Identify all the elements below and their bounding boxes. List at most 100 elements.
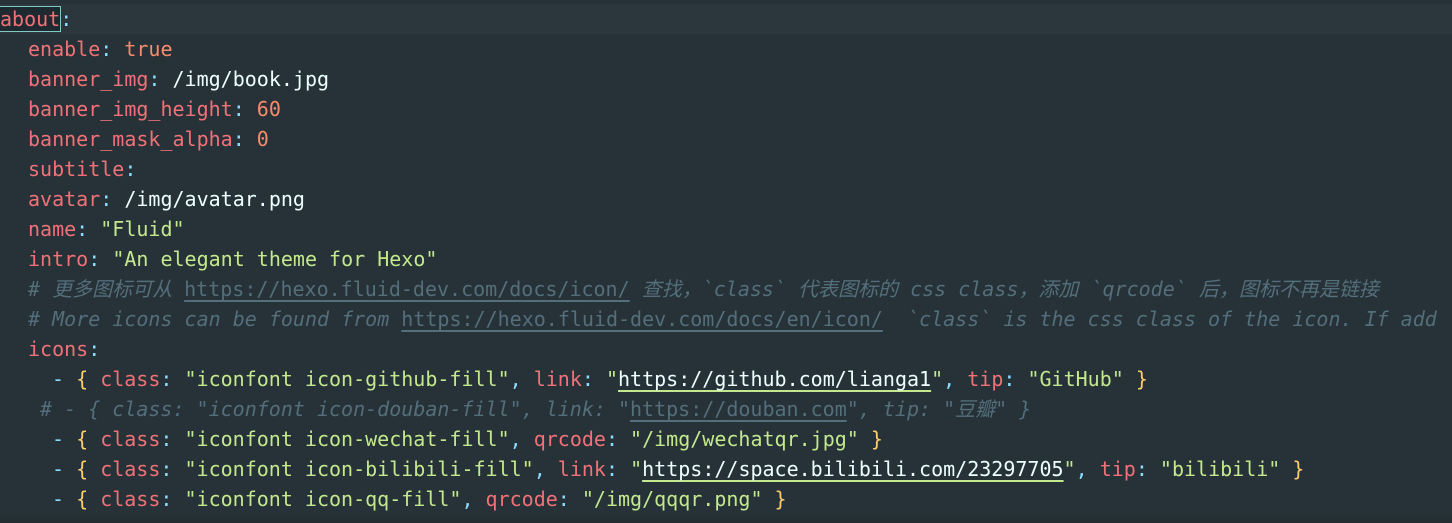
yaml-comment: ", tip: "豆瓣" } (846, 397, 1032, 421)
yaml-string: "iconfont icon-bilibili-fill" (184, 457, 534, 481)
code-line[interactable]: - { class: "iconfont icon-github-fill", … (0, 364, 1452, 394)
code-line[interactable]: banner_img_height: 60 (0, 94, 1452, 124)
yaml-key: qrcode (485, 487, 558, 511)
punctuation: , (943, 367, 968, 391)
yaml-key: banner_img (28, 67, 149, 91)
yaml-list-dash: - (52, 487, 77, 511)
punctuation: : (88, 247, 113, 271)
punctuation: : (1135, 457, 1160, 481)
yaml-string: "/img/wechatqr.jpg" (630, 427, 859, 451)
yaml-string: "bilibili" (1159, 457, 1281, 481)
code-line[interactable]: - { class: "iconfont icon-wechat-fill", … (0, 424, 1452, 454)
punctuation: : (581, 367, 606, 391)
yaml-string: "GitHub" (1027, 367, 1124, 391)
yaml-brace: } (1280, 457, 1305, 481)
yaml-key: class (100, 457, 161, 481)
yaml-string: " (1063, 457, 1076, 481)
punctuation: : (605, 457, 631, 481)
punctuation: : (76, 217, 101, 241)
yaml-string: "iconfont icon-github-fill" (184, 367, 510, 391)
punctuation: , (533, 457, 558, 481)
comment-link[interactable]: https://hexo.fluid-dev.com/docs/icon/ (184, 277, 630, 301)
yaml-string: "/img/qqqr.png" (581, 487, 763, 511)
code-line[interactable]: # 更多图标可从 https://hexo.fluid-dev.com/docs… (0, 274, 1452, 304)
yaml-key: banner_img_height (28, 97, 233, 121)
yaml-string: "Fluid" (100, 217, 185, 241)
yaml-key: banner_mask_alpha (28, 127, 233, 151)
yaml-list-dash: - (52, 457, 77, 481)
yaml-boolean: true (124, 37, 173, 61)
yaml-key: enable (28, 37, 101, 61)
punctuation: : (160, 427, 185, 451)
yaml-brace: { (76, 457, 101, 481)
yaml-string: "iconfont icon-wechat-fill" (184, 427, 510, 451)
yaml-comment: `class` is the css class of the icon. If… (882, 307, 1437, 331)
code-line[interactable]: # - { class: "iconfont icon-douban-fill"… (0, 394, 1452, 424)
yaml-brace: } (1123, 367, 1148, 391)
yaml-value: /img/book.jpg (172, 67, 330, 91)
code-editor[interactable]: about: enable: true banner_img: /img/book.… (0, 0, 1452, 523)
code-line[interactable]: name: "Fluid" (0, 214, 1452, 244)
punctuation: , (1075, 457, 1100, 481)
yaml-key: avatar (28, 187, 101, 211)
url-link[interactable]: https://github.com/lianga1 (618, 367, 931, 391)
yaml-key: subtitle (28, 157, 125, 181)
punctuation: : (160, 487, 185, 511)
punctuation: : (124, 157, 137, 181)
punctuation: : (1003, 367, 1028, 391)
yaml-string: "An elegant theme for Hexo" (112, 247, 438, 271)
scroll-shadow (0, 515, 1452, 523)
code-line[interactable]: - { class: "iconfont icon-bilibili-fill"… (0, 454, 1452, 484)
code-line[interactable]: icons: (0, 334, 1452, 364)
yaml-key: class (100, 427, 161, 451)
yaml-string: " (931, 367, 944, 391)
yaml-brace: } (858, 427, 883, 451)
code-line[interactable]: about: (0, 4, 1452, 34)
punctuation: : (100, 37, 125, 61)
yaml-string: " (630, 457, 643, 481)
comment-link[interactable]: https://douban.com (630, 397, 847, 421)
yaml-brace: } (762, 487, 787, 511)
yaml-key: name (28, 217, 77, 241)
yaml-comment: # - { class: "iconfont icon-douban-fill"… (40, 397, 631, 421)
yaml-list-dash: - (52, 427, 77, 451)
punctuation: : (60, 7, 73, 31)
punctuation: , (461, 487, 486, 511)
code-line[interactable]: banner_img: /img/book.jpg (0, 64, 1452, 94)
code-line[interactable]: - { class: "iconfont icon-qq-fill", qrco… (0, 484, 1452, 514)
code-line[interactable]: intro: "An elegant theme for Hexo" (0, 244, 1452, 274)
yaml-string: " (605, 367, 619, 391)
yaml-number: 0 (256, 127, 269, 151)
punctuation: : (100, 187, 125, 211)
url-link[interactable]: https://space.bilibili.com/23297705 (642, 457, 1063, 481)
code-line[interactable]: # More icons can be found from https://h… (0, 304, 1452, 334)
yaml-value: /img/avatar.png (124, 187, 305, 211)
yaml-key: link (533, 367, 582, 391)
yaml-key: tip (1099, 457, 1136, 481)
yaml-string: "iconfont icon-qq-fill" (184, 487, 462, 511)
yaml-key: class (100, 367, 161, 391)
yaml-comment: # More icons can be found from (28, 307, 402, 331)
yaml-key: qrcode (533, 427, 606, 451)
code-line[interactable]: avatar: /img/avatar.png (0, 184, 1452, 214)
punctuation: : (88, 337, 101, 361)
punctuation: : (557, 487, 582, 511)
punctuation: , (509, 367, 534, 391)
punctuation: , (509, 427, 534, 451)
yaml-brace: { (76, 427, 101, 451)
comment-link[interactable]: https://hexo.fluid-dev.com/docs/en/icon/ (401, 307, 883, 331)
yaml-key: tip (967, 367, 1004, 391)
punctuation: : (232, 97, 257, 121)
yaml-key: icons (28, 337, 89, 361)
yaml-key: link (557, 457, 606, 481)
code-line[interactable]: banner_mask_alpha: 0 (0, 124, 1452, 154)
yaml-comment: 查找，`class` 代表图标的 css class，添加 `qrcode` 后… (629, 277, 1379, 301)
code-lines: about: enable: true banner_img: /img/book.… (0, 4, 1452, 514)
punctuation: : (160, 367, 185, 391)
yaml-key-cursor: about (0, 6, 62, 32)
code-line[interactable]: subtitle: (0, 154, 1452, 184)
punctuation: : (605, 427, 631, 451)
yaml-comment: # 更多图标可从 (28, 277, 185, 301)
code-line[interactable]: enable: true (0, 34, 1452, 64)
yaml-key: class (100, 487, 161, 511)
